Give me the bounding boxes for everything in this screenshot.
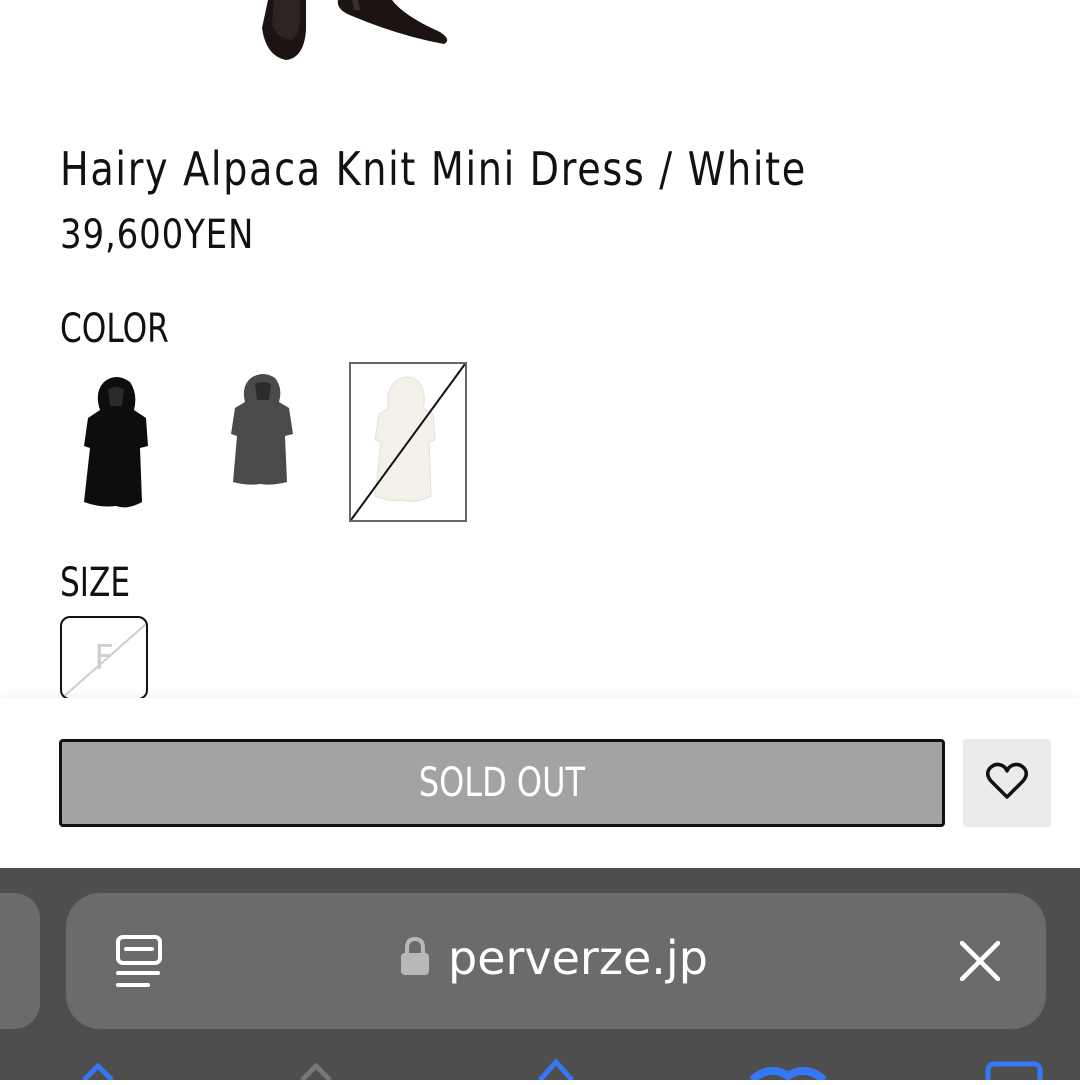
browser-address-bar: perverze.jp: [0, 868, 1080, 1085]
size-option-f[interactable]: F: [60, 616, 148, 700]
lock-icon: [400, 936, 430, 981]
size-label: SIZE: [60, 560, 131, 606]
reader-view-icon[interactable]: [114, 935, 164, 994]
color-swatch-black[interactable]: [58, 362, 176, 522]
back-icon: [82, 1062, 114, 1082]
sold-out-button[interactable]: SOLD OUT: [59, 739, 945, 827]
heart-icon: [986, 762, 1028, 805]
bookmarks-icon: [749, 1066, 827, 1084]
url-display[interactable]: perverze.jp: [400, 931, 708, 985]
black-dress-thumbnail: [84, 377, 148, 508]
gray-dress-thumbnail: [231, 374, 293, 485]
sold-out-slash: [62, 623, 146, 698]
color-swatch-white[interactable]: [349, 362, 467, 522]
share-icon: [538, 1058, 574, 1082]
color-swatch-gray[interactable]: [205, 362, 323, 522]
favorite-button[interactable]: [963, 739, 1051, 827]
address-field[interactable]: perverze.jp: [66, 893, 1046, 1029]
forward-icon: [300, 1062, 332, 1082]
sold-out-label: SOLD OUT: [418, 760, 586, 806]
close-icon[interactable]: [959, 940, 1001, 986]
product-price: 39,600YEN: [60, 212, 255, 258]
product-title: Hairy Alpaca Knit Mini Dress / White: [60, 142, 807, 196]
color-label: COLOR: [60, 306, 169, 352]
purchase-panel: SOLD OUT: [0, 698, 1080, 868]
previous-tab[interactable]: [0, 893, 40, 1029]
white-dress-thumbnail: [351, 364, 465, 520]
tabs-icon: [985, 1061, 1043, 1085]
bottom-toolbar: [0, 1058, 1080, 1085]
url-text: perverze.jp: [448, 931, 708, 985]
product-image-shoes: [0, 0, 1080, 120]
